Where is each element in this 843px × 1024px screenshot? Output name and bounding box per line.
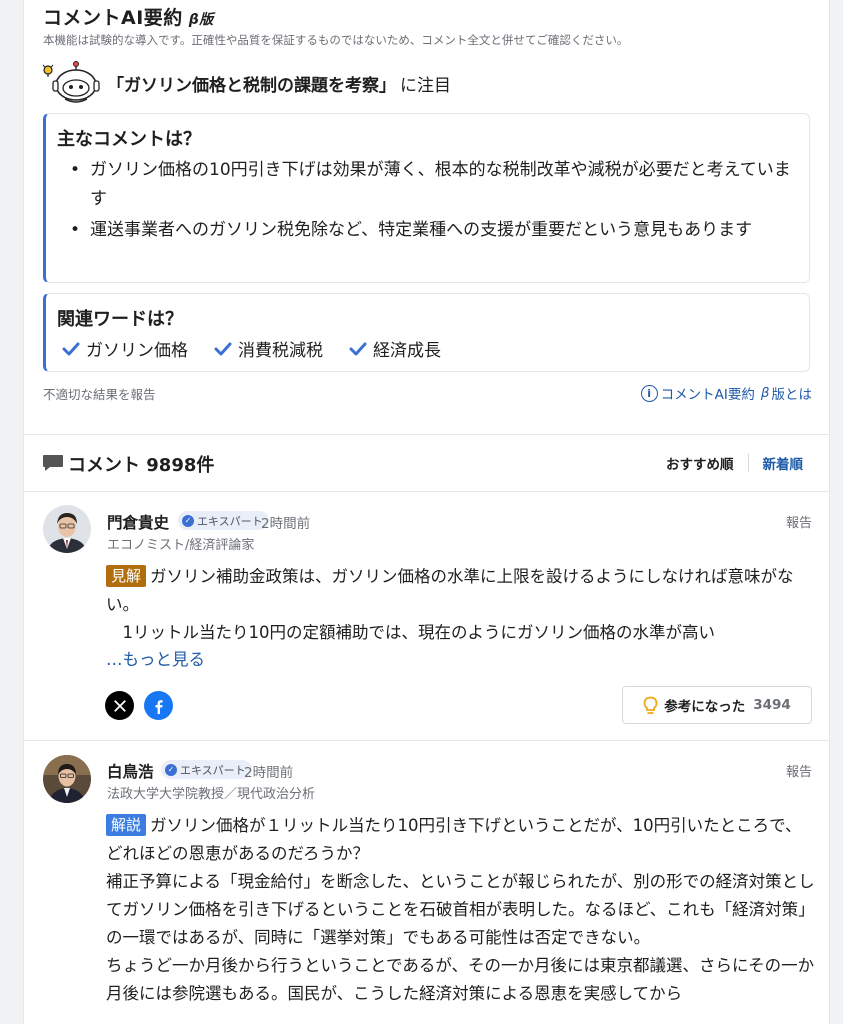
helpful-label: 参考になった: [664, 699, 746, 715]
main-comments-heading: 主なコメントは？: [57, 129, 201, 150]
check-icon: [62, 342, 80, 355]
ai-summary-title: コメントAI要約 β版: [43, 3, 214, 30]
lightbulb-icon: [643, 696, 658, 714]
ai-summary-section: コメントAI要約 β版 本機能は試験的な導入です。正確性や品質を保証するものではな…: [24, 0, 829, 433]
sort-recommended-button[interactable]: おすすめ順: [666, 453, 734, 473]
comment-item: 白鳥浩 ✓ エキスパート 2時間前 報告 法政大学大学院教授／現代政治分析 解説…: [24, 741, 829, 1024]
comment-bubble-icon: [43, 455, 63, 471]
explanation-tag: 解説: [106, 814, 147, 836]
x-logo-icon: [113, 699, 126, 712]
facebook-logo-icon: [155, 699, 163, 714]
verified-check-icon: ✓: [182, 514, 194, 527]
check-icon: [349, 342, 367, 355]
related-word-label: 経済成長: [373, 341, 441, 361]
x-share-button[interactable]: [105, 691, 134, 720]
topic-title: 「ガソリン価格と税制の課題を考察」: [107, 75, 396, 96]
helpful-button[interactable]: 参考になった 3494: [622, 686, 812, 724]
page: コメントAI要約 β版 本機能は試験的な導入です。正確性や品質を保証するものではな…: [23, 0, 830, 1024]
expert-badge-label: エキスパート: [180, 763, 246, 777]
topic-row: 「ガソリン価格と税制の課題を考察」 に注目: [43, 61, 451, 104]
related-words-list: ガソリン価格 消費税減税 経済成長: [62, 336, 467, 361]
comment-text: ガソリン価格が１リットル当たり10円引き下げということだが、10円引いたところで…: [106, 816, 815, 1003]
report-button[interactable]: 報告: [786, 761, 812, 780]
expert-badge: ✓ エキスパート: [178, 511, 269, 530]
comments-header: コメント 9898件 おすすめ順 新着順: [24, 435, 829, 491]
report-result-link[interactable]: 不適切な結果を報告: [43, 384, 156, 403]
comment-text: ガソリン補助金政策は、ガソリン価格の水準に上限を設けるようにしなければ意味がない…: [106, 567, 794, 642]
sort-newest-button[interactable]: 新着順: [763, 453, 804, 473]
show-more-link[interactable]: …もっと見る: [106, 646, 205, 670]
helpful-count: 3494: [753, 697, 791, 713]
commenter-name[interactable]: 白鳥浩: [107, 760, 154, 782]
main-comments-card: 主なコメントは？ ガソリン価格の10円引き下げは効果が薄く、根本的な税制改革や減…: [43, 113, 810, 283]
opinion-tag: 見解: [106, 565, 147, 587]
related-word-label: 消費税減税: [238, 341, 323, 361]
topic-suffix: に注目: [400, 75, 451, 96]
about-link-beta: β: [760, 385, 770, 401]
facebook-share-button[interactable]: [144, 691, 173, 720]
avatar[interactable]: [43, 505, 91, 553]
comment-body: 解説 ガソリン価格が１リットル当たり10円引き下げということだが、10円引いたとこ…: [106, 812, 816, 1008]
robot-mascot-icon: [43, 61, 100, 103]
comment-time: 2時間前: [261, 516, 311, 532]
main-comments-list: ガソリン価格の10円引き下げは効果が薄く、根本的な税制改革や減税が必要だと考えて…: [66, 156, 806, 247]
avatar-image: [43, 505, 91, 553]
info-icon: i: [640, 384, 658, 402]
about-link-prefix: コメントAI要約: [660, 387, 755, 403]
check-icon: [214, 342, 232, 355]
avatar[interactable]: [43, 755, 91, 803]
related-word-label: ガソリン価格: [86, 341, 188, 361]
comment-item: 門倉貴史 ✓ エキスパート 2時間前 報告 エコノミスト/経済評論家 見解 ガソリ…: [24, 492, 829, 740]
sort-options: おすすめ順 新着順: [666, 453, 803, 473]
sort-separator: [747, 454, 749, 472]
related-word: 経済成長: [349, 336, 441, 361]
comment-time: 2時間前: [244, 765, 294, 781]
related-words-card: 関連ワードは？ ガソリン価格 消費税減税 経済成長: [43, 293, 810, 372]
related-word: 消費税減税: [214, 336, 323, 361]
about-ai-summary-link[interactable]: i コメントAI要約 β 版とは: [640, 383, 813, 403]
comments-count-title: コメント 9898件: [68, 455, 215, 476]
expert-badge: ✓ エキスパート: [161, 760, 252, 779]
ai-summary-title-text: コメントAI要約: [43, 7, 183, 29]
related-words-heading: 関連ワードは？: [57, 309, 183, 330]
expert-badge-label: エキスパート: [197, 514, 263, 528]
ai-disclaimer: 本機能は試験的な導入です。正確性や品質を保証するものではないため、コメント全文と…: [43, 33, 629, 47]
beta-label: β版: [188, 12, 214, 28]
list-item: 運送事業者へのガソリン税免除など、特定業種への支援が重要だという意見もあります: [66, 216, 806, 245]
share-buttons: [105, 691, 183, 720]
list-item: ガソリン価格の10円引き下げは効果が薄く、根本的な税制改革や減税が必要だと考えて…: [66, 156, 806, 214]
about-link-suffix: 版とは: [771, 387, 813, 403]
commenter-role: 法政大学大学院教授／現代政治分析: [107, 787, 316, 802]
commenter-role: エコノミスト/経済評論家: [107, 538, 255, 553]
verified-check-icon: ✓: [165, 763, 177, 776]
comment-body: 見解 ガソリン補助金政策は、ガソリン価格の水準に上限を設けるようにしなければ意味が…: [106, 563, 816, 647]
avatar-image: [43, 755, 91, 803]
commenter-name[interactable]: 門倉貴史: [107, 511, 169, 533]
report-button[interactable]: 報告: [786, 512, 812, 531]
related-word: ガソリン価格: [62, 336, 188, 361]
